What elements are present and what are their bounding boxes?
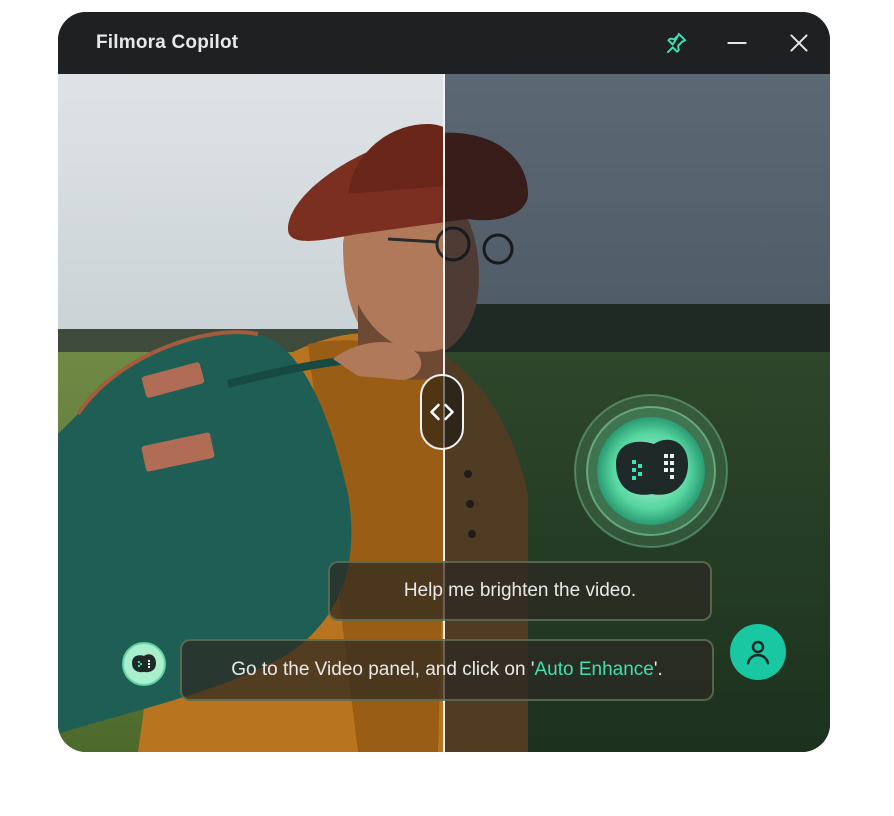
auto-enhance-link[interactable]: Auto Enhance — [534, 659, 653, 680]
compare-arrows-icon — [430, 403, 454, 421]
window-title: Filmora Copilot — [96, 32, 239, 53]
minimize-icon[interactable] — [724, 30, 750, 56]
user-icon — [746, 640, 770, 665]
user-message-text: Help me brighten the video. — [403, 580, 637, 601]
pin-icon[interactable] — [663, 30, 689, 56]
bot-message-text: Go to the Video panel, and click on 'Aut… — [231, 659, 663, 681]
bot-message-suffix: '. — [653, 659, 663, 680]
copilot-logo-icon — [574, 394, 728, 548]
close-icon[interactable] — [786, 30, 812, 56]
bot-message-bubble: Go to the Video panel, and click on 'Aut… — [180, 639, 714, 701]
copilot-avatar-icon — [122, 642, 166, 686]
video-preview: Help me brighten the video. Go to the Vi… — [58, 74, 830, 752]
copilot-orb[interactable] — [574, 394, 728, 548]
user-avatar — [730, 624, 786, 680]
title-bar[interactable]: Filmora Copilot — [58, 12, 830, 74]
copilot-window: Filmora Copilot Help me brighten the vid… — [58, 12, 830, 752]
bot-avatar — [122, 642, 166, 686]
bot-message-prefix: Go to the Video panel, and click on ' — [231, 659, 535, 680]
compare-handle[interactable] — [420, 374, 464, 450]
user-message-bubble: Help me brighten the video. — [328, 561, 712, 621]
